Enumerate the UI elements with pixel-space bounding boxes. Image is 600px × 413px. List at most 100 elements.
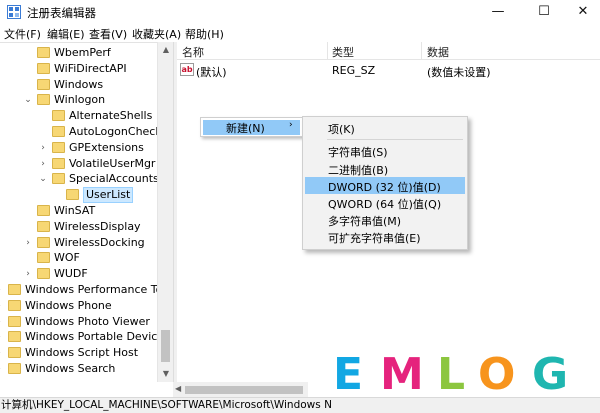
submenu-item-expandable-string-value[interactable]: 可扩充字符串值(E) — [305, 228, 465, 245]
scroll-up-icon[interactable]: ▲ — [158, 42, 174, 58]
tree-item-label: VolatileUserMgr — [69, 156, 156, 170]
submenu-arrow-icon: › — [289, 120, 293, 130]
tree-item-label: Windows Search — [25, 362, 116, 375]
close-button[interactable]: ✕ — [563, 0, 600, 24]
folder-icon — [8, 315, 21, 327]
submenu-item-dword-value[interactable]: DWORD (32 位)值(D) — [305, 177, 465, 194]
maximize-button[interactable]: ☐ — [524, 0, 564, 24]
tree-vertical-scrollbar[interactable]: ▲ ▼ — [157, 42, 173, 382]
tree-item-label: GPExtensions — [69, 140, 144, 154]
submenu-item-string-value[interactable]: 字符串值(S) — [305, 142, 465, 159]
submenu-item-qword-value[interactable]: QWORD (64 位)值(Q) — [305, 194, 465, 211]
submenu-item-multi-string-value[interactable]: 多字符串值(M) — [305, 211, 465, 228]
folder-icon — [8, 363, 21, 374]
tree-item[interactable]: › WirelessDocking — [0, 235, 160, 251]
value-row[interactable]: ab (默认) REG_SZ (数值未设置) — [177, 62, 600, 79]
tree-item-label: Winlogon — [54, 93, 106, 107]
horizontal-scroll-thumb[interactable] — [185, 386, 303, 394]
menu-help[interactable]: 帮助(H) — [185, 26, 224, 42]
expand-chevron-icon[interactable]: ⌄ — [23, 92, 33, 108]
tree-item-label: Windows Phone — [25, 298, 112, 312]
string-value-icon: ab — [180, 63, 194, 76]
new-item-label: 新建(N) — [226, 122, 265, 135]
menu-edit[interactable]: 编辑(E) — [47, 26, 85, 42]
column-divider[interactable] — [327, 42, 328, 60]
folder-icon — [37, 47, 50, 58]
new-submenu: 项(K) 字符串值(S) 二进制值(B) DWORD (32 位)值(D) QW… — [302, 116, 468, 250]
column-divider[interactable] — [421, 42, 422, 60]
tree-item-label: SpecialAccounts — [69, 172, 159, 186]
scroll-down-icon[interactable]: ▼ — [158, 366, 174, 382]
tree-item-label: Windows Portable Devices — [25, 330, 170, 344]
collapse-chevron-icon[interactable]: › — [38, 140, 48, 156]
collapse-chevron-icon[interactable]: › — [0, 329, 4, 345]
tree-item[interactable]: ⌄ SpecialAccounts — [0, 171, 160, 187]
folder-icon — [37, 236, 50, 248]
tree-item[interactable]: ⌄ Winlogon — [0, 92, 160, 108]
minimize-button[interactable]: — — [478, 0, 518, 24]
tree-item[interactable]: › Windows Search — [0, 361, 160, 377]
submenu-item-label: 二进制值(B) — [328, 164, 389, 177]
menu-view[interactable]: 查看(V) — [89, 26, 127, 42]
tree-item-label: UserList — [83, 187, 134, 204]
folder-icon — [8, 284, 21, 295]
tree-item[interactable]: › Windows Phone — [0, 298, 160, 314]
column-data-header[interactable]: 数据 — [427, 44, 449, 60]
submenu-item-binary-value[interactable]: 二进制值(B) — [305, 160, 465, 177]
watermark-letter: L — [437, 349, 466, 400]
folder-icon — [37, 252, 50, 264]
tree-item-label: Windows Photo Viewer — [25, 314, 150, 328]
tree-item-label: Windows — [54, 77, 104, 91]
tree-item[interactable]: WiFiDirectAPI — [0, 61, 160, 77]
tree-item[interactable]: WinSAT — [0, 203, 160, 219]
list-header: 名称 类型 数据 — [177, 42, 600, 60]
folder-icon — [37, 78, 50, 90]
column-name-header[interactable]: 名称 — [182, 44, 204, 60]
scroll-thumb[interactable] — [161, 330, 170, 362]
tree-item[interactable]: WirelessDisplay — [0, 219, 160, 235]
tree-item[interactable]: › Windows Performance Too — [0, 282, 169, 298]
folder-icon — [37, 220, 50, 232]
collapse-chevron-icon[interactable]: › — [0, 314, 4, 330]
emlog-watermark-logo: EMLOG — [333, 350, 583, 400]
collapse-chevron-icon[interactable]: › — [0, 282, 4, 298]
submenu-item-key[interactable]: 项(K) — [305, 119, 465, 136]
tree-item-label: WOF — [54, 251, 80, 265]
tree-item-label: AutoLogonCheck — [69, 125, 162, 138]
tree-item[interactable]: › Windows Portable Devices — [0, 329, 170, 345]
watermark-letter: E — [333, 349, 364, 400]
tree-item[interactable]: WOF — [0, 250, 160, 266]
registry-tree[interactable]: WbemPerf WiFiDirectAPI Windows ⌄ Winlogon Alt… — [0, 42, 173, 382]
tree-item[interactable]: WbemPerf — [0, 45, 160, 61]
column-type-header[interactable]: 类型 — [332, 44, 354, 60]
tree-item[interactable]: › WUDF — [0, 266, 160, 282]
tree-item[interactable]: Windows — [0, 77, 160, 93]
menu-separator — [327, 139, 463, 140]
collapse-chevron-icon[interactable]: › — [0, 298, 4, 314]
expand-chevron-icon[interactable]: ⌄ — [38, 171, 48, 187]
tree-item-label: WirelessDocking — [54, 235, 145, 249]
tree-item[interactable]: › Windows Script Host — [0, 345, 160, 361]
tree-item[interactable]: AutoLogonCheck — [0, 124, 162, 140]
folder-icon — [37, 205, 50, 216]
collapse-chevron-icon[interactable]: › — [38, 156, 48, 172]
tree-item[interactable]: › VolatileUserMgr — [0, 156, 160, 172]
submenu-item-label: QWORD (64 位)值(Q) — [328, 198, 442, 211]
tree-item[interactable]: › GPExtensions — [0, 140, 160, 156]
collapse-chevron-icon[interactable]: › — [0, 345, 4, 361]
tree-item[interactable]: › Windows Photo Viewer — [0, 314, 160, 330]
menu-bar: 文件(F) 编辑(E) 查看(V) 收藏夹(A) 帮助(H) — [0, 24, 600, 42]
tree-item[interactable]: UserList — [0, 187, 160, 204]
menu-file[interactable]: 文件(F) — [4, 26, 41, 42]
folder-icon — [52, 126, 65, 137]
horizontal-scrollbar[interactable]: ◀ — [173, 382, 308, 397]
collapse-chevron-icon[interactable]: › — [23, 235, 33, 251]
collapse-chevron-icon[interactable]: › — [23, 266, 33, 282]
tree-item-label: WbemPerf — [54, 46, 111, 59]
tree-item-label: AlternateShells — [69, 109, 153, 123]
folder-icon — [52, 157, 65, 169]
menu-favorites[interactable]: 收藏夹(A) — [132, 26, 181, 42]
collapse-chevron-icon[interactable]: › — [0, 361, 4, 377]
tree-item[interactable]: AlternateShells — [0, 108, 160, 124]
scroll-left-icon[interactable]: ◀ — [175, 384, 181, 393]
